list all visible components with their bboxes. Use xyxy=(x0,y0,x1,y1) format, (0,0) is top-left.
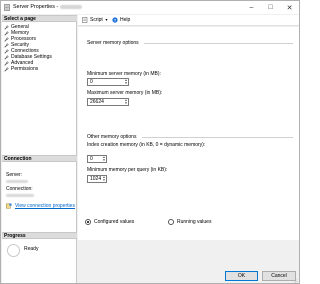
cancel-button[interactable]: Cancel xyxy=(262,271,296,281)
spinner-arrows[interactable]: ▲ ▼ xyxy=(124,79,128,85)
connection-header: Connection xyxy=(2,155,77,162)
spin-down-icon: ▼ xyxy=(102,178,106,182)
help-button[interactable]: ? Help xyxy=(112,17,130,23)
spinner-arrows[interactable]: ▲ ▼ xyxy=(124,99,128,105)
maximize-button[interactable]: □ xyxy=(264,1,277,14)
toolbar: Script ▼ ? Help xyxy=(78,15,299,26)
spinner-arrows[interactable]: ▲ ▼ xyxy=(102,156,106,162)
progress-status: Ready xyxy=(24,246,39,252)
help-icon: ? xyxy=(112,17,118,23)
server-memory-options-title: Server memory options xyxy=(87,40,139,46)
index-creation-memory-value: 0 xyxy=(90,156,93,162)
page-list: General Memory Processors Security Conne… xyxy=(4,24,76,72)
ok-button[interactable]: OK xyxy=(225,271,258,281)
min-server-memory-spinner[interactable]: 0 ▲ ▼ xyxy=(87,78,129,86)
select-page-header: Select a page xyxy=(2,15,77,22)
radio-checked-icon xyxy=(85,219,91,225)
progress-header: Progress xyxy=(2,232,77,239)
window-title-text: Server Properties - xyxy=(13,4,59,10)
server-app-icon xyxy=(4,4,10,11)
maximize-icon: □ xyxy=(268,4,273,11)
min-server-memory-label: Minimum server memory (in MB): xyxy=(87,71,161,77)
max-server-memory-spinner[interactable]: 26624 ▲ ▼ xyxy=(87,98,129,106)
min-memory-per-query-spinner[interactable]: 1024 ▲ ▼ xyxy=(87,175,107,183)
resize-grip-icon[interactable] xyxy=(293,279,298,284)
spinner-arrows[interactable]: ▲ ▼ xyxy=(102,176,106,182)
view-connection-properties-link[interactable]: View connection properties xyxy=(6,203,75,209)
script-button[interactable]: Script ▼ xyxy=(82,17,108,23)
min-memory-per-query-value: 1024 xyxy=(90,176,102,182)
minimize-button[interactable]: – xyxy=(245,1,258,14)
progress-spinner-icon xyxy=(7,244,20,257)
index-creation-memory-spinner[interactable]: 0 ▲ ▼ xyxy=(87,155,107,163)
connection-label: Connection: xyxy=(6,186,33,192)
configured-values-label: Configured values xyxy=(94,219,135,225)
window-title: Server Properties - xyxy=(13,4,83,10)
min-server-memory-value: 0 xyxy=(90,79,93,85)
page-item-permissions[interactable]: Permissions xyxy=(4,66,76,72)
server-properties-window: Server Properties - – □ ✕ Select a page … xyxy=(0,0,300,284)
wrench-icon xyxy=(4,48,9,54)
spin-down-icon: ▼ xyxy=(124,81,128,85)
radio-unchecked-icon xyxy=(168,219,174,225)
title-bar: Server Properties - – □ ✕ xyxy=(1,1,299,14)
min-memory-per-query-label: Minimum memory per query (in KB): xyxy=(87,167,168,173)
server-label: Server: xyxy=(6,172,23,178)
group-divider xyxy=(142,137,293,138)
running-values-radio[interactable]: Running values xyxy=(168,219,211,225)
wrench-icon xyxy=(4,66,9,72)
script-label: Script xyxy=(90,17,103,23)
close-icon: ✕ xyxy=(286,4,293,12)
wrench-icon xyxy=(4,30,9,36)
minimize-icon: – xyxy=(249,4,254,11)
wrench-icon xyxy=(4,36,9,42)
view-connection-properties-text: View connection properties xyxy=(15,203,75,209)
chevron-down-icon: ▼ xyxy=(104,18,109,22)
page-item-label: Permissions xyxy=(11,66,39,72)
other-memory-options-title: Other memory options xyxy=(87,134,137,140)
help-label: Help xyxy=(120,17,131,23)
close-button[interactable]: ✕ xyxy=(283,1,296,14)
wrench-icon xyxy=(4,42,9,48)
left-pane: Select a page General Memory Processors … xyxy=(2,15,77,283)
group-divider xyxy=(144,43,293,44)
redacted-connection-value xyxy=(6,194,34,197)
spin-down-icon: ▼ xyxy=(102,158,106,162)
redacted-server-name xyxy=(60,4,83,9)
wrench-icon xyxy=(4,60,9,66)
max-server-memory-label: Maximum server memory (in MB): xyxy=(87,90,163,96)
running-values-label: Running values xyxy=(177,219,212,225)
configured-values-radio[interactable]: Configured values xyxy=(85,219,134,225)
redacted-server-value xyxy=(6,180,28,183)
index-creation-memory-label: Index creation memory (in KB, 0 = dynami… xyxy=(87,142,206,148)
script-icon xyxy=(82,17,88,23)
max-server-memory-value: 26624 xyxy=(90,99,104,105)
memory-page-content: Server memory options Minimum server mem… xyxy=(78,27,299,240)
spin-down-icon: ▼ xyxy=(124,101,128,105)
wrench-icon xyxy=(4,24,9,30)
connection-properties-icon xyxy=(6,203,12,209)
wrench-icon xyxy=(4,54,9,60)
